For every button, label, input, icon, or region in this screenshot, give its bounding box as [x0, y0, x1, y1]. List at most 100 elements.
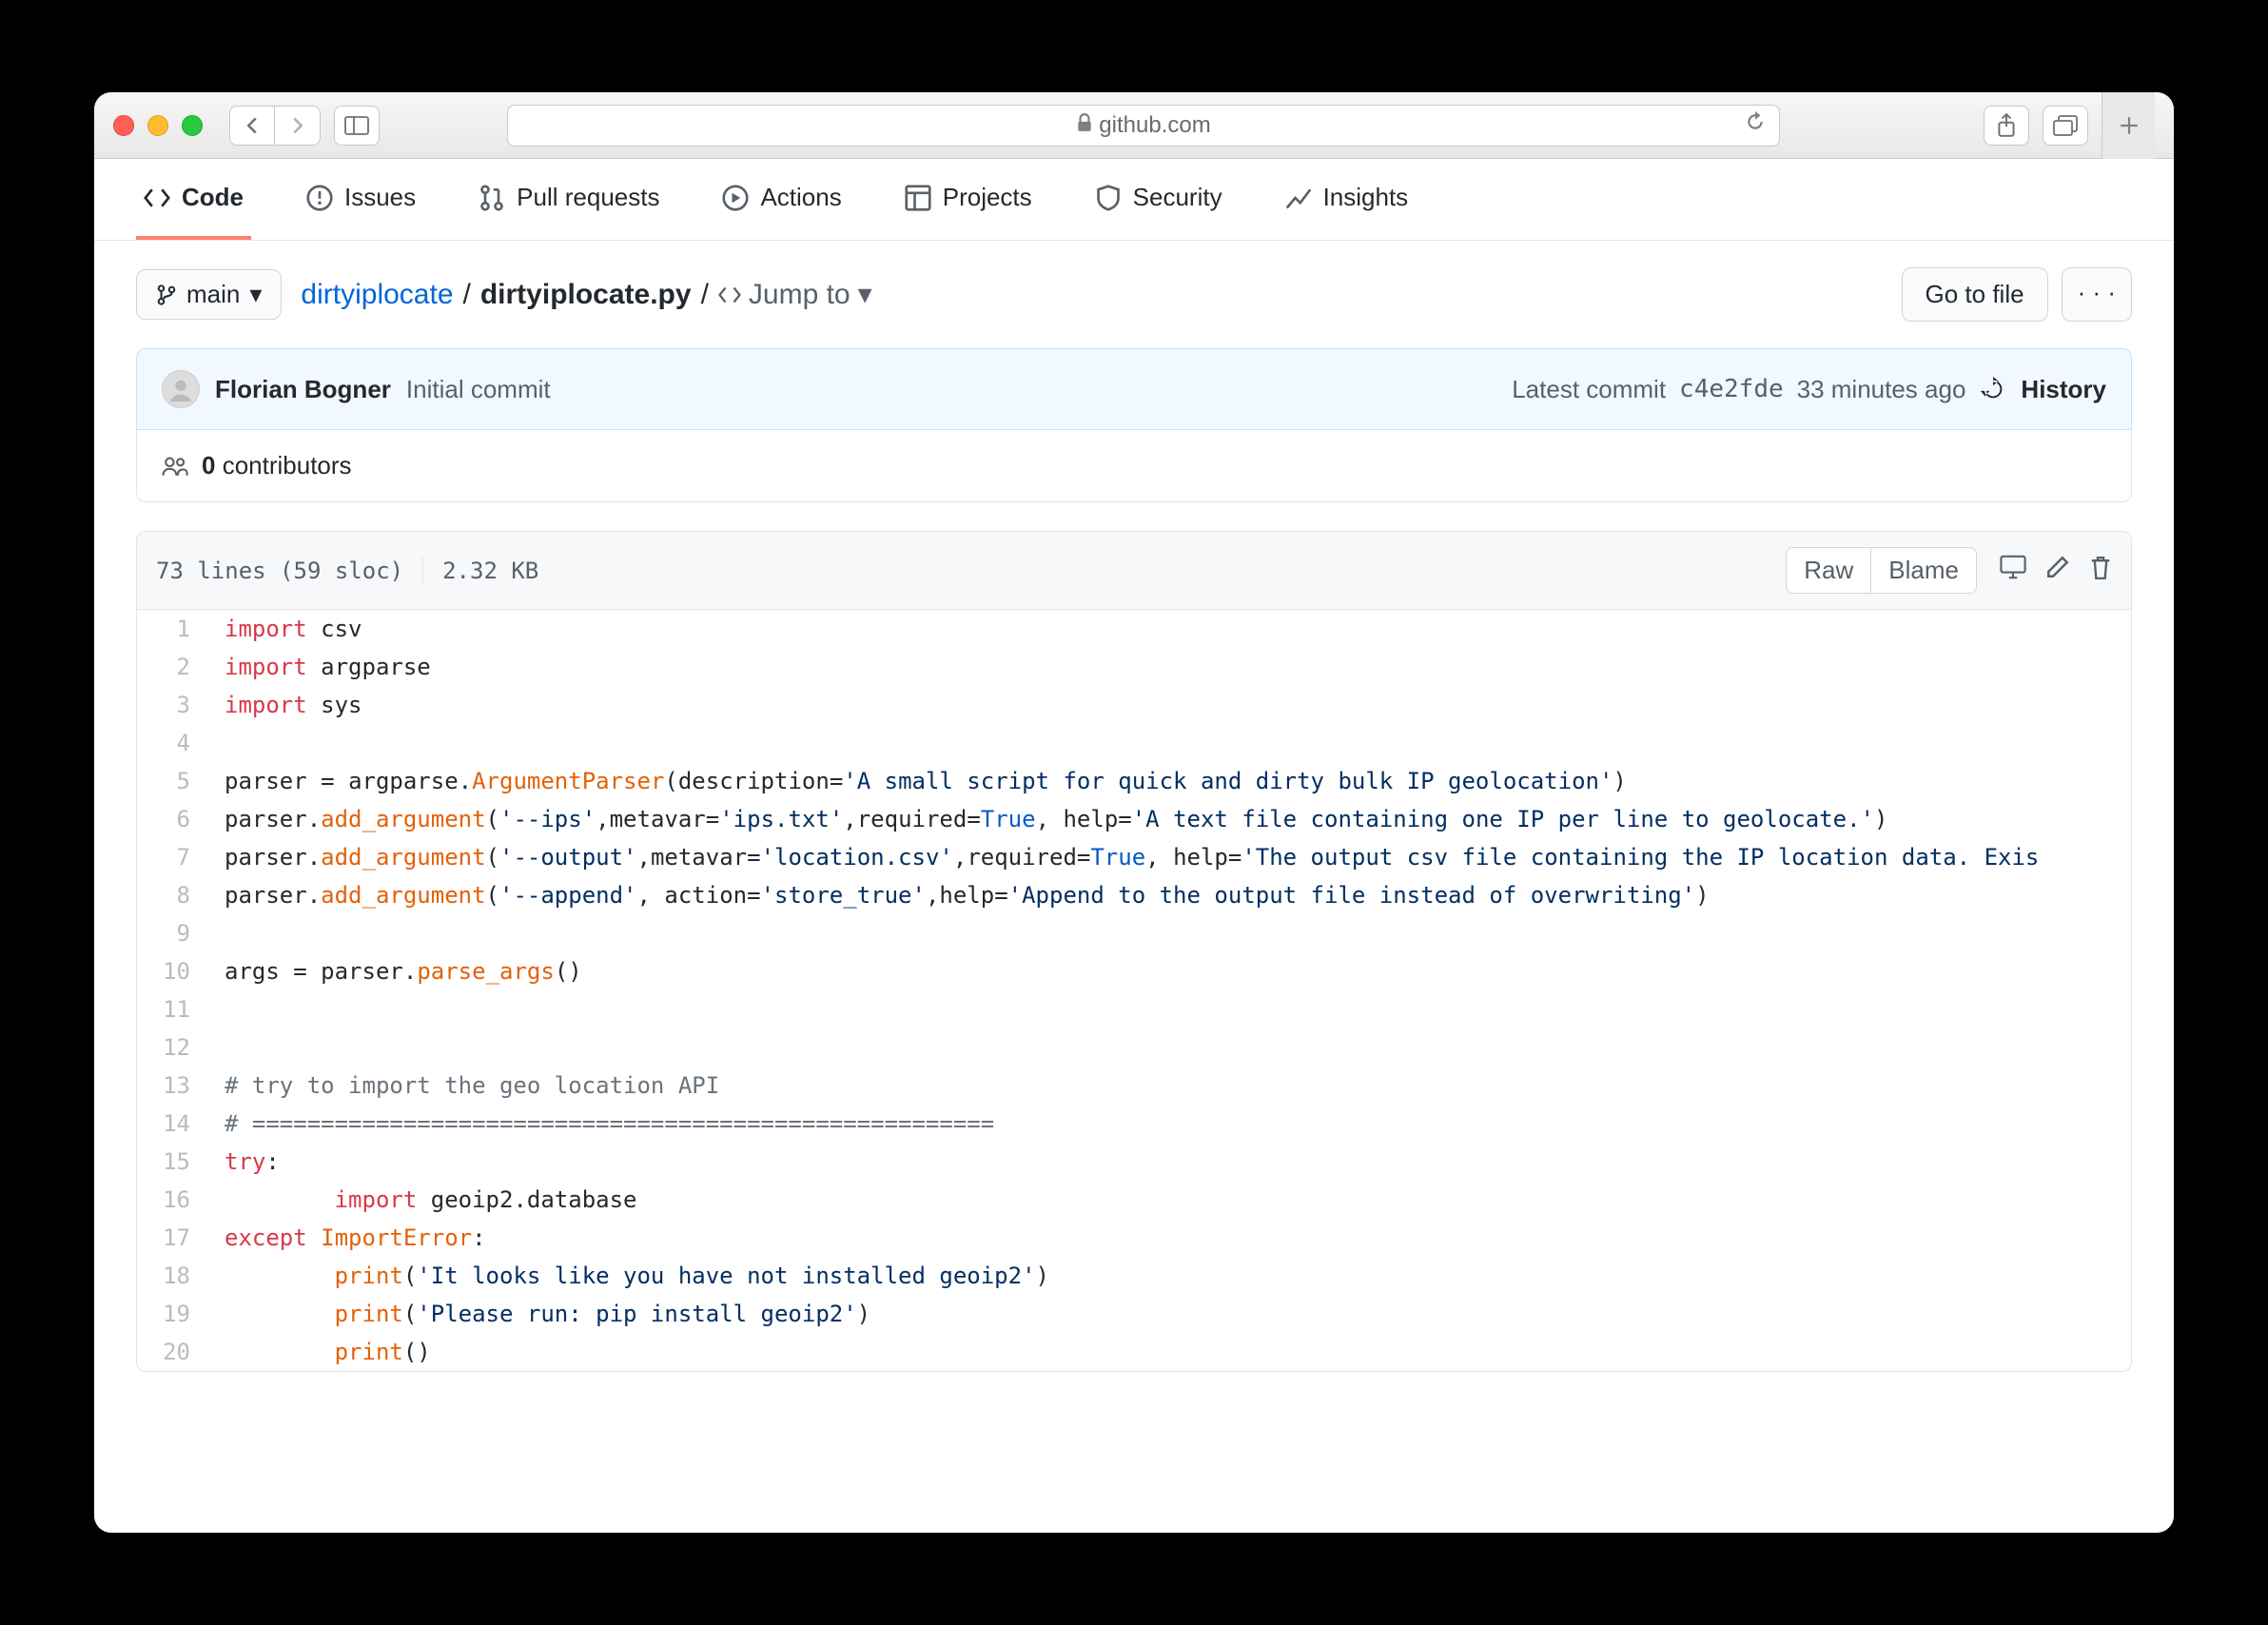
raw-button[interactable]: Raw	[1786, 547, 1871, 594]
delete-button[interactable]	[2089, 555, 2112, 587]
fullscreen-window-button[interactable]	[182, 115, 203, 136]
commit-message[interactable]: Initial commit	[406, 375, 551, 404]
new-tab-button[interactable]	[2102, 92, 2155, 159]
line-number[interactable]: 18	[137, 1257, 209, 1295]
line-number[interactable]: 9	[137, 914, 209, 952]
code-line[interactable]: 4	[137, 724, 2131, 762]
line-number[interactable]: 4	[137, 724, 209, 762]
code-line[interactable]: 5parser = argparse.ArgumentParser(descri…	[137, 762, 2131, 800]
divider	[422, 558, 423, 584]
close-window-button[interactable]	[113, 115, 134, 136]
code-content: parser.add_argument('--ips',metavar='ips…	[209, 800, 1887, 838]
commit-sha-link[interactable]: c4e2fde	[1679, 375, 1784, 403]
code-line[interactable]: 2import argparse	[137, 648, 2131, 686]
blame-button[interactable]: Blame	[1871, 547, 1977, 594]
code-line[interactable]: 16 import geoip2.database	[137, 1181, 2131, 1219]
tab-projects[interactable]: Projects	[897, 159, 1040, 240]
code-content: print()	[209, 1333, 431, 1371]
tabs-button[interactable]	[2043, 106, 2088, 146]
line-number[interactable]: 16	[137, 1181, 209, 1219]
code-line[interactable]: 8parser.add_argument('--append', action=…	[137, 876, 2131, 914]
breadcrumb-repo-link[interactable]: dirtyiplocate	[301, 279, 453, 311]
reload-button[interactable]	[1745, 111, 1766, 139]
line-number[interactable]: 10	[137, 952, 209, 990]
lock-icon	[1076, 112, 1093, 139]
code-line[interactable]: 1import csv	[137, 610, 2131, 648]
code-content	[209, 914, 225, 952]
window-traffic-lights	[113, 115, 203, 136]
minimize-window-button[interactable]	[147, 115, 168, 136]
line-number[interactable]: 11	[137, 990, 209, 1028]
issue-icon	[306, 185, 333, 211]
tab-security[interactable]: Security	[1087, 159, 1230, 240]
code-line[interactable]: 12	[137, 1028, 2131, 1067]
shield-icon	[1095, 185, 1122, 211]
code-line[interactable]: 13# try to import the geo location API	[137, 1067, 2131, 1105]
history-icon	[1979, 375, 2007, 403]
line-number[interactable]: 12	[137, 1028, 209, 1067]
tab-insights[interactable]: Insights	[1278, 159, 1417, 240]
share-icon	[1996, 113, 2017, 138]
code-line[interactable]: 10args = parser.parse_args()	[137, 952, 2131, 990]
caret-down-icon: ▾	[858, 278, 872, 311]
raw-blame-group: Raw Blame	[1786, 547, 1977, 594]
code-line[interactable]: 17except ImportError:	[137, 1219, 2131, 1257]
open-desktop-button[interactable]	[2000, 555, 2026, 587]
forward-button[interactable]	[275, 106, 321, 146]
sidebar-toggle-button[interactable]	[334, 106, 380, 146]
line-number[interactable]: 15	[137, 1143, 209, 1181]
commit-author[interactable]: Florian Bogner	[215, 375, 391, 404]
line-number[interactable]: 3	[137, 686, 209, 724]
trash-icon	[2089, 555, 2112, 581]
safari-toolbar: github.com	[94, 92, 2174, 159]
go-to-file-button[interactable]: Go to file	[1902, 267, 2048, 322]
tab-issues[interactable]: Issues	[299, 159, 423, 240]
history-link[interactable]: History	[2021, 375, 2106, 404]
line-number[interactable]: 20	[137, 1333, 209, 1371]
code-line[interactable]: 9	[137, 914, 2131, 952]
code-line[interactable]: 19 print('Please run: pip install geoip2…	[137, 1295, 2131, 1333]
breadcrumb-separator: /	[463, 279, 471, 311]
more-options-button[interactable]: · · ·	[2062, 267, 2132, 322]
code-line[interactable]: 20 print()	[137, 1333, 2131, 1371]
line-number[interactable]: 6	[137, 800, 209, 838]
line-number[interactable]: 8	[137, 876, 209, 914]
jump-to-menu[interactable]: Jump to ▾	[718, 278, 872, 311]
tab-issues-label: Issues	[344, 183, 416, 212]
code-line[interactable]: 11	[137, 990, 2131, 1028]
line-number[interactable]: 17	[137, 1219, 209, 1257]
back-button[interactable]	[229, 106, 275, 146]
tab-code[interactable]: Code	[136, 159, 251, 240]
tab-actions[interactable]: Actions	[714, 159, 849, 240]
commit-bar: Florian Bogner Initial commit Latest com…	[136, 348, 2132, 430]
code-icon	[718, 284, 741, 306]
avatar[interactable]	[162, 370, 200, 408]
tab-pull-requests[interactable]: Pull requests	[471, 159, 667, 240]
code-line[interactable]: 14# ====================================…	[137, 1105, 2131, 1143]
line-number[interactable]: 14	[137, 1105, 209, 1143]
share-button[interactable]	[1984, 106, 2029, 146]
code-line[interactable]: 15try:	[137, 1143, 2131, 1181]
line-number[interactable]: 7	[137, 838, 209, 876]
file-icon-buttons	[2000, 555, 2112, 587]
commit-time: 33 minutes ago	[1797, 375, 1966, 404]
code-line[interactable]: 3import sys	[137, 686, 2131, 724]
url-text: github.com	[1099, 112, 1210, 139]
code-content: import argparse	[209, 648, 431, 686]
tab-insights-label: Insights	[1323, 183, 1409, 212]
branch-select-button[interactable]: main ▾	[136, 269, 282, 320]
url-bar[interactable]: github.com	[507, 105, 1780, 147]
edit-button[interactable]	[2045, 555, 2070, 587]
line-number[interactable]: 1	[137, 610, 209, 648]
code-line[interactable]: 6parser.add_argument('--ips',metavar='ip…	[137, 800, 2131, 838]
line-number[interactable]: 5	[137, 762, 209, 800]
plus-icon	[2119, 115, 2140, 136]
tab-projects-label: Projects	[943, 183, 1032, 212]
caret-down-icon: ▾	[249, 280, 262, 309]
line-number[interactable]: 13	[137, 1067, 209, 1105]
line-number[interactable]: 19	[137, 1295, 209, 1333]
code-line[interactable]: 7parser.add_argument('--output',metavar=…	[137, 838, 2131, 876]
code-view[interactable]: 1import csv2import argparse3import sys45…	[137, 610, 2131, 1371]
line-number[interactable]: 2	[137, 648, 209, 686]
code-line[interactable]: 18 print('It looks like you have not ins…	[137, 1257, 2131, 1295]
